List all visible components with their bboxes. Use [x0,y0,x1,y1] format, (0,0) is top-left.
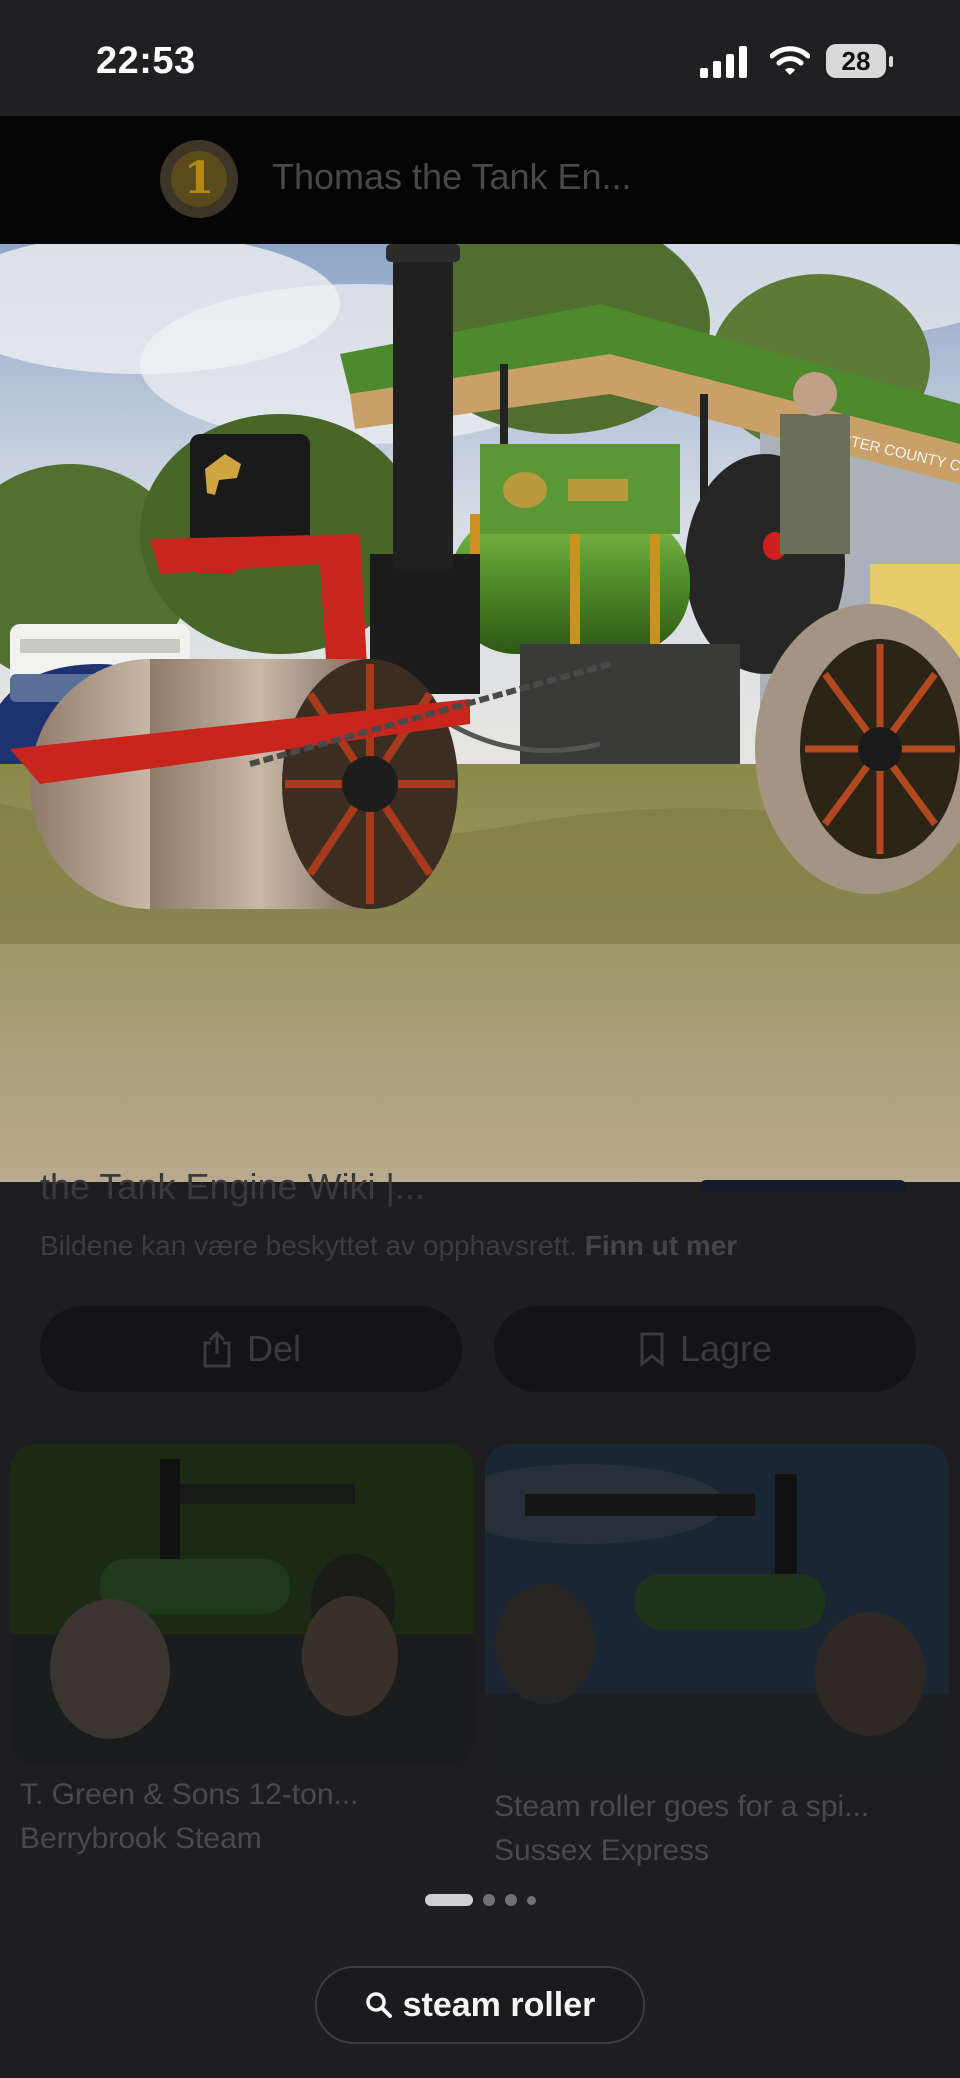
source-logo-glyph: 1 [171,151,227,207]
save-button[interactable]: Lagre [494,1306,916,1392]
related-thumbnail-1 [10,1444,474,1764]
page-dot-active [424,1894,473,1906]
related-image-2[interactable] [485,1444,949,1776]
page-dot [526,1895,536,1905]
battery-indicator: 28 [826,44,886,78]
page-dot [504,1894,517,1906]
search-icon [365,1992,392,2018]
related-image-1[interactable] [10,1444,474,1764]
learn-more-link[interactable]: Finn ut mer [585,1230,737,1261]
status-time: 22:53 [96,40,196,82]
wifi-icon [770,46,810,75]
battery-tip [889,56,893,67]
related-1-source: Berrybrook Steam [20,1822,262,1855]
cellular-signal-icon [700,46,747,78]
related-1-title[interactable]: T. Green & Sons 12-ton... [20,1778,359,1812]
share-label: Del [246,1328,302,1369]
copyright-text: Bildene kan være beskyttet av opphavsret… [40,1230,577,1261]
bookmark-icon [640,1332,664,1367]
related-thumbnail-2 [485,1444,949,1776]
copyright-notice: Bildene kan være beskyttet av opphavsret… [40,1230,737,1262]
share-button[interactable]: Del [40,1306,462,1392]
share-icon [203,1330,231,1368]
page-dot [482,1894,495,1906]
related-2-title[interactable]: Steam roller goes for a spi... [494,1790,869,1824]
related-2-source: Sussex Express [494,1834,710,1867]
page-indicator[interactable] [0,1894,960,1906]
result-title[interactable]: the Tank Engine Wiki |... [40,1166,425,1208]
search-query-text: steam roller [402,1985,596,2024]
save-label: Lagre [679,1328,773,1369]
search-query-chip[interactable]: steam roller [315,1966,645,2044]
visit-button[interactable] [700,1180,906,1192]
main-image[interactable]: LEICESTER COUNTY COUNCIL HIGH [0,244,960,1182]
steam-roller-photo: LEICESTER COUNTY COUNCIL HIGH [0,244,960,1182]
source-page-title[interactable]: Thomas the Tank En... [272,156,632,198]
